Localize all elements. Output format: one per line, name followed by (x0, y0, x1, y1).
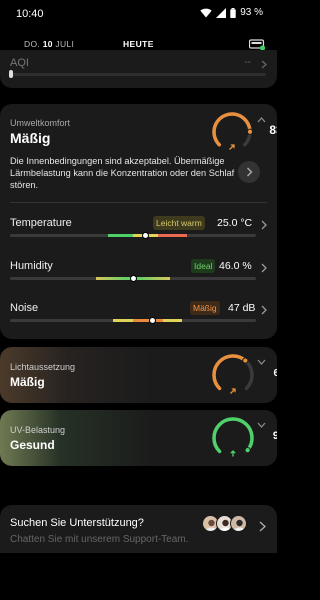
metric-marker (141, 232, 149, 239)
comfort-description: Die Innenbedingungen sind akzeptabel. Üb… (10, 156, 235, 190)
support-team-avatars (202, 515, 250, 533)
uv-exposure-card[interactable]: UV-Belastung Gesund 98 (0, 410, 277, 466)
environment-comfort-card: Umweltkomfort Mäßig 83 Die Innenbedingun… (0, 104, 277, 339)
uv-title: Gesund (10, 438, 55, 452)
support-title: Suchen Sie Unterstützung? (10, 517, 144, 529)
battery-level: 93 % (240, 7, 263, 18)
clock: 10:40 (16, 8, 44, 20)
metric-temperature[interactable]: Temperature Leicht warm 25.0 °C (10, 216, 267, 257)
date-tab[interactable]: DO. 10 JULI (24, 39, 74, 49)
chevron-right-icon (261, 302, 267, 320)
today-tab[interactable]: HEUTE (123, 39, 154, 49)
scale-segment (162, 319, 183, 322)
metric-noise[interactable]: Noise Mäßig 47 dB (10, 301, 267, 339)
metric-humidity[interactable]: Humidity Ideal 46.0 % (10, 259, 267, 300)
avatar (230, 515, 247, 532)
uv-caption: UV-Belastung (10, 425, 66, 435)
light-caption: Lichtaussetzung (10, 362, 76, 372)
metric-marker (129, 275, 137, 282)
scale-segment (157, 234, 188, 237)
metric-value: 46.0 % (219, 260, 252, 272)
light-title: Mäßig (10, 375, 45, 389)
system-icons: 93 % (200, 7, 263, 18)
uv-score-gauge: 98 (210, 415, 277, 462)
metric-marker (149, 317, 157, 324)
scale-segment (108, 234, 133, 237)
aqi-marker (9, 70, 13, 78)
support-subtitle: Chatten Sie mit unserem Support-Team. (10, 534, 189, 545)
aqi-scale (10, 73, 266, 76)
arrow-up-right-icon (230, 381, 236, 399)
aqi-card[interactable]: AQI -- (0, 50, 277, 88)
comfort-details-button[interactable] (238, 161, 260, 188)
arrow-up-right-icon (229, 137, 235, 155)
gauge-knob (246, 128, 254, 135)
metric-scale (10, 317, 256, 324)
support-card[interactable]: Suchen Sie Unterstützung? Chatten Sie mi… (0, 505, 277, 553)
metric-label: Temperature (10, 217, 72, 229)
chevron-right-icon (261, 217, 267, 235)
aqi-label: AQI (10, 57, 29, 69)
chevron-right-icon (261, 260, 267, 278)
metric-label: Humidity (10, 260, 53, 272)
signal-icon (216, 7, 227, 18)
comfort-score: 83 (269, 123, 277, 137)
gauge-knob (242, 357, 249, 364)
metric-label: Noise (10, 302, 39, 314)
arrow-up-icon (230, 444, 236, 462)
gauge-knob (244, 447, 251, 454)
metric-status-badge: Leicht warm (153, 216, 205, 230)
comfort-score-gauge: 83 (210, 110, 277, 155)
date-day: 10 (42, 39, 53, 49)
comfort-title: Mäßig (10, 130, 51, 146)
comfort-caption: Umweltkomfort (10, 118, 71, 128)
metric-status-badge: Mäßig (190, 301, 220, 315)
chevron-right-icon (261, 56, 267, 74)
uv-score: 98 (272, 430, 277, 442)
metric-value: 25.0 °C (217, 217, 253, 229)
scale-segment (113, 319, 133, 322)
metric-scale (10, 232, 256, 239)
metric-scale (10, 275, 256, 282)
scale-segment (133, 319, 163, 322)
light-exposure-card[interactable]: Lichtaussetzung Mäßig 65 (0, 347, 277, 403)
wifi-icon (200, 8, 212, 18)
metric-value: 47 dB (228, 302, 256, 314)
date-month: JULI (55, 39, 75, 49)
battery-icon (230, 7, 236, 18)
divider (10, 202, 267, 203)
metric-status-badge: Ideal (191, 259, 216, 273)
chevron-right-icon (259, 519, 267, 537)
status-bar: 10:40 93 % (0, 0, 277, 28)
light-score: 65 (273, 368, 277, 379)
date-weekday: DO. (24, 39, 41, 49)
light-score-gauge: 65 (210, 352, 277, 399)
aqi-value: -- (244, 57, 251, 68)
